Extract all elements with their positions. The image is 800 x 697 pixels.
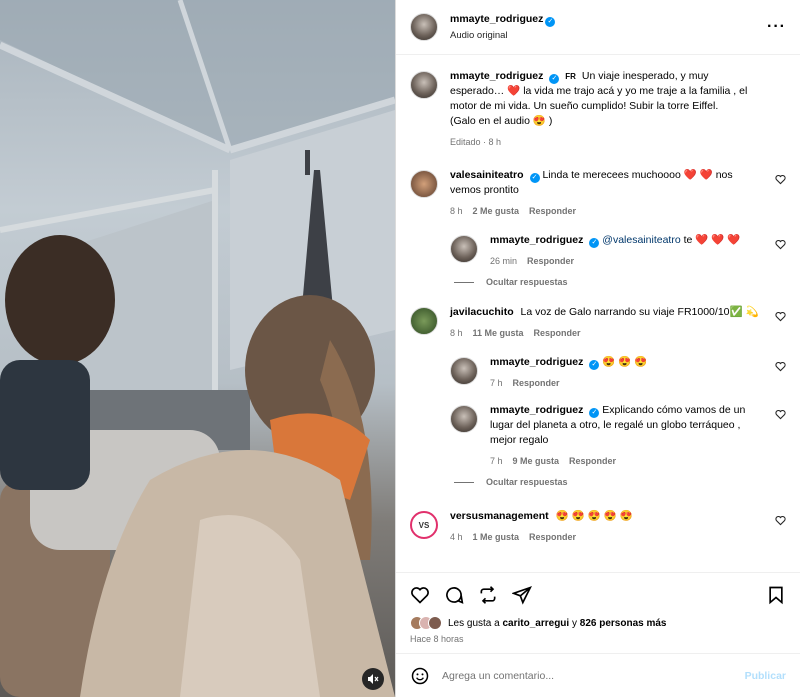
caption: mmayte_rodriguez ✓ FR Un viaje inesperado… (410, 69, 786, 150)
comment-username[interactable]: javilacuchito (450, 306, 514, 318)
like-comment-icon[interactable] (775, 515, 786, 526)
likes-count[interactable]: 826 personas más (580, 618, 667, 629)
comment-likes[interactable]: 1 Me gusta (473, 532, 520, 542)
post-actions (396, 572, 800, 616)
comment-username[interactable]: mmayte_rodriguez (490, 404, 583, 416)
avatar[interactable] (410, 170, 438, 198)
like-comment-icon[interactable] (775, 311, 786, 322)
avatar[interactable] (450, 405, 478, 433)
post-media[interactable] (0, 0, 395, 697)
post-header: mmayte_rodriguez ✓ Audio original ··· (396, 0, 800, 55)
like-comment-icon[interactable] (775, 361, 786, 372)
avatar[interactable] (450, 235, 478, 263)
verified-icon: ✓ (589, 360, 600, 370)
comment-reply: mmayte_rodriguez ✓ Explicando cómo vamos … (450, 403, 786, 469)
verified-icon: ✓ (549, 74, 560, 84)
reply-button[interactable]: Responder (529, 206, 576, 216)
more-options-icon[interactable]: ··· (767, 18, 786, 36)
like-comment-icon[interactable] (775, 239, 786, 250)
verified-icon: ✓ (545, 17, 556, 27)
language-badge: FR (565, 72, 576, 81)
heart-icon[interactable] (410, 585, 430, 605)
comment-reply: mmayte_rodriguez ✓ 😍 😍 😍 7 h Responder (450, 355, 786, 391)
comments-list[interactable]: mmayte_rodriguez ✓ FR Un viaje inesperado… (396, 55, 800, 572)
post-photo (0, 0, 395, 697)
like-comment-icon[interactable] (775, 409, 786, 420)
comment-likes[interactable]: 2 Me gusta (473, 206, 520, 216)
comment-likes[interactable]: 11 Me gusta (473, 328, 524, 338)
comment-text: 😍 😍 😍 😍 😍 (555, 510, 633, 522)
comment-reply: mmayte_rodriguez ✓ @valesainiteatro te ❤️… (450, 233, 786, 269)
verified-icon: ✓ (529, 173, 540, 183)
verified-icon: ✓ (589, 408, 600, 418)
comment-time: 8 h (450, 328, 463, 338)
likes-prefix: Les gusta a (448, 617, 500, 629)
speaker-muted-icon (368, 674, 379, 684)
comment-username[interactable]: mmayte_rodriguez (490, 234, 583, 246)
author-avatar[interactable] (410, 13, 438, 41)
comment-time: 4 h (450, 532, 463, 542)
comment-time: 8 h (450, 206, 463, 216)
comment-time: 26 min (490, 256, 518, 266)
avatar[interactable] (410, 307, 438, 335)
reply-button[interactable]: Responder (569, 456, 616, 466)
reply-button[interactable]: Responder (513, 378, 560, 388)
comment-likes[interactable]: 9 Me gusta (513, 456, 560, 466)
avatar (428, 616, 442, 630)
caption-username[interactable]: mmayte_rodriguez (450, 70, 543, 82)
publish-button[interactable]: Publicar (745, 670, 786, 682)
comment-username[interactable]: mmayte_rodriguez (490, 356, 583, 368)
comment: javilacuchito La voz de Galo narrando su… (410, 305, 786, 341)
avatar[interactable] (450, 357, 478, 385)
comment: valesainiteatro ✓ Linda te merecees mucho… (410, 168, 786, 219)
caption-meta: Editado · 8 h (450, 137, 502, 147)
reply-button[interactable]: Responder (527, 256, 574, 266)
comment-text: 😍 😍 😍 (602, 356, 648, 368)
liker-username[interactable]: carito_arregui (503, 618, 570, 629)
comment-username[interactable]: valesainiteatro (450, 169, 524, 181)
share-icon[interactable] (512, 585, 532, 605)
comment-input[interactable]: Agrega un comentario... (442, 670, 745, 682)
verified-icon: ✓ (589, 238, 600, 248)
mute-button[interactable] (362, 668, 384, 690)
mention-link[interactable]: @valesainiteatro (602, 234, 680, 246)
like-comment-icon[interactable] (775, 174, 786, 185)
emoji-icon[interactable] (410, 666, 430, 686)
reply-button[interactable]: Responder (534, 328, 581, 338)
caption-text-2: (Galo en el audio 😍 ) (450, 115, 553, 127)
comment-icon[interactable] (444, 585, 464, 605)
add-comment-bar: Agrega un comentario... Publicar (396, 653, 800, 697)
comment-text: te ❤️ ❤️ ❤️ (683, 234, 741, 246)
comment-username[interactable]: versusmanagement (450, 510, 549, 522)
reply-button[interactable]: Responder (529, 532, 576, 542)
post-time: Hace 8 horas (410, 634, 464, 644)
comment-time: 7 h (490, 378, 503, 388)
likes-conjunction: y (571, 617, 577, 629)
audio-link[interactable]: Audio original (450, 30, 767, 41)
hide-replies-button[interactable]: Ocultar respuestas (454, 477, 786, 487)
avatar[interactable]: VS (410, 511, 438, 539)
save-icon[interactable] (766, 585, 786, 605)
avatar[interactable] (410, 71, 438, 99)
post-side-panel: mmayte_rodriguez ✓ Audio original ··· mma… (395, 0, 800, 697)
repost-icon[interactable] (478, 585, 498, 605)
hide-replies-button[interactable]: Ocultar respuestas (454, 277, 786, 287)
author-username[interactable]: mmayte_rodriguez (450, 13, 543, 25)
comment-time: 7 h (490, 456, 503, 466)
comment: VS versusmanagement 😍 😍 😍 😍 😍 4 h 1 Me gu… (410, 509, 786, 545)
likes-summary: Les gusta a carito_arregui y 826 persona… (396, 616, 800, 630)
comment-text: La voz de Galo narrando su viaje FR1000/… (520, 306, 759, 318)
